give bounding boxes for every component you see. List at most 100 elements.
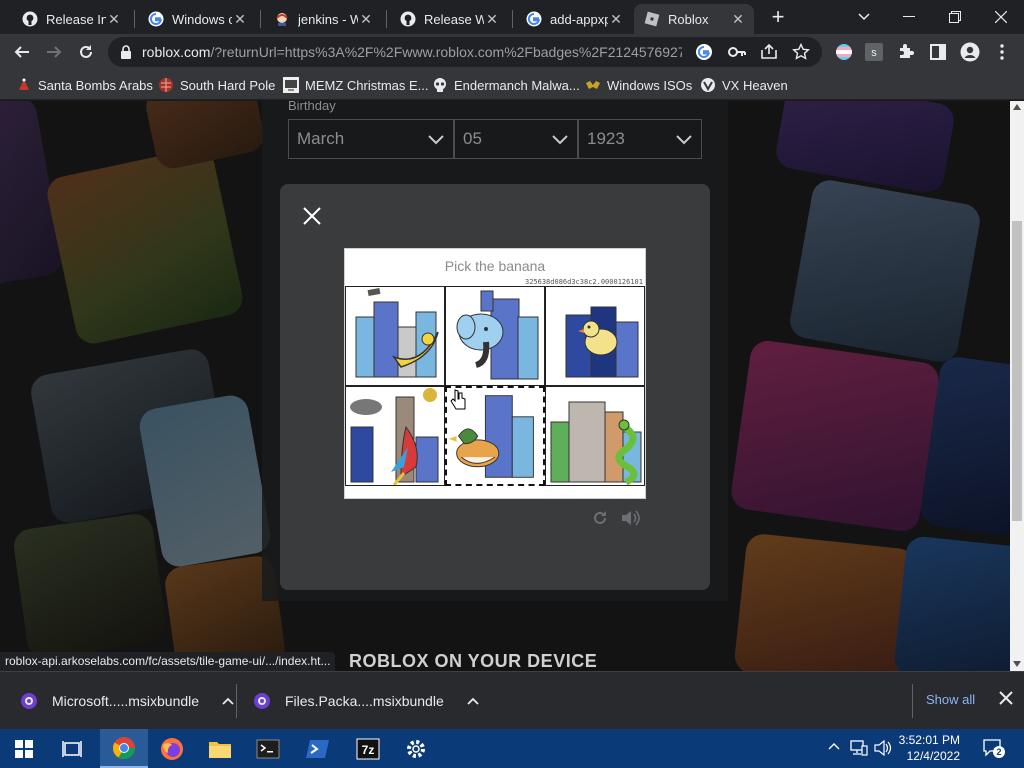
hand-cursor-icon: [450, 389, 466, 410]
network-icon[interactable]: [850, 740, 868, 756]
download-item[interactable]: Files.Packa....msixbundle: [253, 672, 480, 730]
close-tab-icon[interactable]: ✕: [484, 11, 500, 28]
bookmark-windows-isos[interactable]: Windows ISOs: [585, 76, 692, 94]
url-host: roblox.com: [142, 44, 211, 60]
tab-windows-c[interactable]: Windows c ✕: [138, 4, 256, 34]
start-button[interactable]: [0, 729, 48, 768]
bookmark-star-icon[interactable]: [791, 42, 811, 66]
close-icon[interactable]: [302, 206, 322, 226]
show-hidden-icons-icon[interactable]: [828, 742, 840, 750]
terminal-icon: [256, 739, 280, 758]
key-icon[interactable]: [728, 44, 746, 65]
powershell-icon: [306, 739, 329, 758]
bookmark-memz-christmas[interactable]: MEMZ Christmas E...: [283, 76, 429, 94]
url-text[interactable]: roblox.com/?returnUrl=https%3A%2F%2Fwww.…: [142, 44, 682, 60]
new-tab-button[interactable]: +: [764, 3, 792, 31]
close-tab-icon[interactable]: ✕: [608, 11, 624, 28]
tab-title: Release Wi: [424, 11, 484, 27]
captcha-tile-parrot[interactable]: [345, 386, 445, 486]
tab-search-icon[interactable]: [850, 3, 878, 31]
month-value: March: [297, 129, 345, 148]
bookmark-santa-bombs-arabs[interactable]: Santa Bombs Arabs: [16, 76, 153, 94]
santa-bomb-icon: [16, 77, 32, 93]
share-icon[interactable]: [760, 43, 778, 65]
show-all-downloads-button[interactable]: Show all: [926, 692, 975, 707]
captcha-image-grid: [345, 286, 645, 486]
tab-release-wi[interactable]: Release Wi ✕: [390, 4, 508, 34]
scrollbar-thumb[interactable]: [1012, 221, 1022, 521]
close-downloads-bar-icon[interactable]: [998, 690, 1014, 706]
taskbar-clock[interactable]: 3:52:01 PM 12/4/2022: [898, 732, 960, 764]
scroll-up-arrow-icon[interactable]: [1013, 104, 1021, 110]
page-scrollbar[interactable]: [1010, 101, 1024, 671]
taskbar-settings[interactable]: [392, 729, 440, 768]
close-tab-icon[interactable]: ✕: [730, 11, 746, 28]
bookmark-south-hard-pole[interactable]: South Hard Pole: [158, 76, 275, 94]
captcha-tile-bird[interactable]: [545, 286, 645, 386]
refresh-icon[interactable]: [592, 510, 608, 526]
github-icon: [22, 11, 38, 27]
taskbar-7zip[interactable]: 7z: [344, 729, 392, 768]
year-value: 1923: [587, 129, 625, 148]
tab-jenkins[interactable]: jenkins - W ✕: [264, 4, 382, 34]
link-status-bubble: roblox-api.arkoselabs.com/fc/assets/tile…: [0, 652, 336, 671]
captcha-frame: Pick the banana 325638d086d3c38c2.000012…: [344, 248, 646, 499]
7zip-icon: 7z: [356, 738, 380, 759]
close-window-button[interactable]: [978, 0, 1024, 34]
birthday-month-select[interactable]: March: [288, 119, 454, 159]
lock-icon[interactable]: [120, 45, 132, 64]
tab-add-appxp[interactable]: add-appxp ✕: [516, 4, 632, 34]
task-view-button[interactable]: [48, 729, 96, 768]
bookmark-label: South Hard Pole: [180, 77, 276, 93]
captcha-tile-snake[interactable]: [545, 386, 645, 486]
taskbar-file-explorer[interactable]: [196, 729, 244, 768]
reload-button[interactable]: [72, 38, 100, 66]
birthday-day-select[interactable]: 05: [454, 119, 578, 159]
close-tab-icon[interactable]: ✕: [358, 11, 374, 28]
download-item[interactable]: Microsoft.....msixbundle: [20, 672, 235, 730]
side-panel-icon[interactable]: [924, 38, 952, 66]
birthday-year-select[interactable]: 1923: [578, 119, 702, 159]
close-tab-icon[interactable]: ✕: [106, 11, 122, 28]
notification-center-button[interactable]: 2: [982, 737, 1005, 759]
close-tab-icon[interactable]: ✕: [232, 11, 248, 28]
audio-challenge-icon[interactable]: [620, 509, 640, 527]
trans-flag-extension-icon[interactable]: [830, 38, 858, 66]
chevron-down-icon: [552, 135, 568, 145]
tab-release-int[interactable]: Release Int ✕: [12, 4, 130, 34]
bookmarks-bar: Santa Bombs Arabs South Hard Pole MEMZ C…: [0, 70, 1024, 100]
forward-button[interactable]: [40, 38, 68, 66]
bookmark-label: Santa Bombs Arabs: [38, 77, 153, 93]
tab-roblox[interactable]: Roblox ✕: [634, 4, 754, 34]
windows-taskbar: 7z 3:52:01 PM 12/4/2022 2: [0, 729, 1024, 768]
captcha-tile-banana[interactable]: [345, 286, 445, 386]
volume-icon[interactable]: [874, 740, 892, 756]
bookmark-label: Endermanch Malwa...: [454, 77, 580, 93]
scroll-down-arrow-icon[interactable]: [1013, 661, 1021, 667]
extensions-puzzle-icon[interactable]: [892, 38, 920, 66]
taskbar-terminal[interactable]: [244, 729, 292, 768]
restore-button[interactable]: [932, 0, 978, 34]
chevron-up-icon[interactable]: [221, 694, 235, 708]
profile-avatar-icon[interactable]: [956, 38, 984, 66]
captcha-tile-elephant[interactable]: [445, 286, 545, 386]
taskbar-powershell[interactable]: [294, 729, 342, 768]
msix-package-icon: [254, 693, 270, 709]
address-bar[interactable]: roblox.com/?returnUrl=https%3A%2F%2Fwww.…: [108, 37, 822, 67]
url-path: /?returnUrl=https%3A%2F%2Fwww.roblox.com…: [210, 44, 682, 60]
back-button[interactable]: [8, 38, 36, 66]
roblox-icon: [644, 11, 660, 27]
download-filename: Microsoft.....msixbundle: [52, 693, 200, 709]
taskbar-chrome[interactable]: [100, 729, 148, 768]
minimize-button[interactable]: [886, 0, 932, 34]
chrome-menu-icon[interactable]: [988, 38, 1016, 66]
bookmark-vx-heaven[interactable]: VX Heaven: [700, 76, 788, 94]
taskbar-firefox[interactable]: [148, 729, 196, 768]
bookmark-endermanch-malware[interactable]: Endermanch Malwa...: [432, 76, 580, 94]
svg-text:s: s: [871, 47, 877, 59]
notification-count-badge: 2: [993, 746, 1005, 758]
chevron-down-icon: [428, 135, 444, 145]
s-extension-icon[interactable]: s: [860, 38, 888, 66]
google-lens-icon[interactable]: [695, 43, 713, 66]
chevron-up-icon[interactable]: [466, 694, 480, 708]
